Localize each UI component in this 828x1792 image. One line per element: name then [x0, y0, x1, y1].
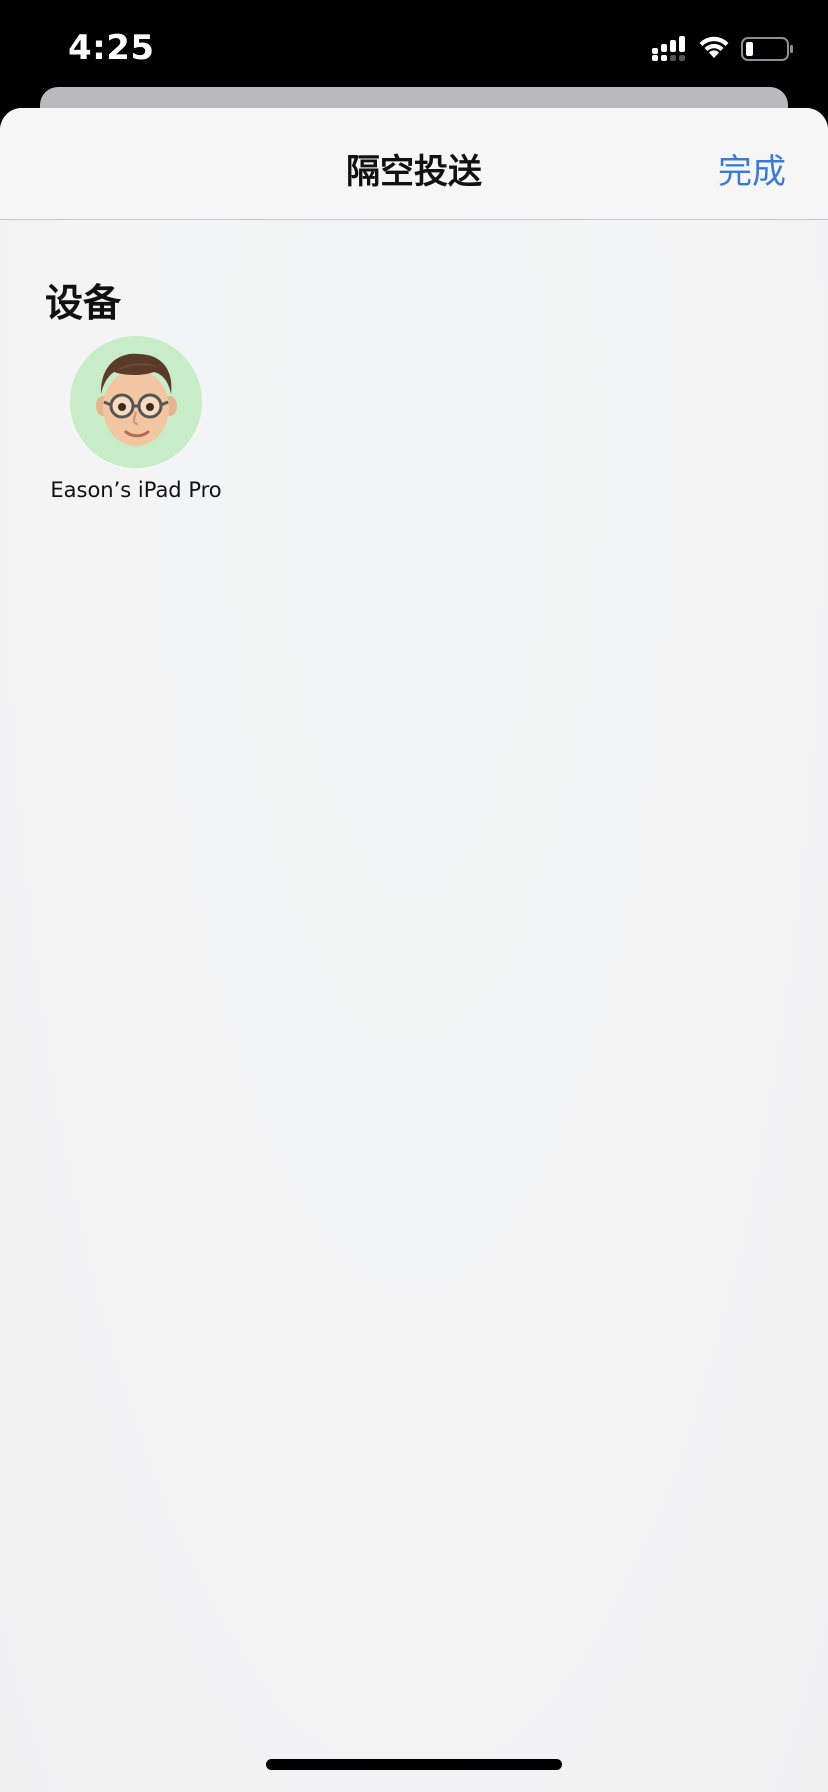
- sheet-title: 隔空投送: [346, 152, 482, 192]
- home-indicator[interactable]: [266, 1759, 562, 1770]
- wifi-icon: [699, 36, 729, 58]
- device-name: Eason’s iPad Pro: [50, 478, 222, 502]
- status-time: 4:25: [68, 28, 155, 68]
- airdrop-sheet: 隔空投送 完成 设备 Eason’s iPad Pro: [0, 108, 828, 1792]
- done-button[interactable]: 完成: [718, 144, 786, 193]
- battery-icon: [741, 37, 793, 61]
- nav-bar: 隔空投送 完成: [0, 108, 828, 220]
- memoji-avatar-icon: [70, 336, 202, 468]
- device-item[interactable]: Eason’s iPad Pro: [44, 336, 228, 502]
- devices-section-header: 设备: [45, 281, 122, 325]
- cellular-signal-icon: [652, 36, 685, 61]
- airdrop-screen: 4:25 隔空投送 完成 设备 Eason’s iPad Pro: [0, 0, 828, 1792]
- status-bar: 4:25: [0, 0, 828, 100]
